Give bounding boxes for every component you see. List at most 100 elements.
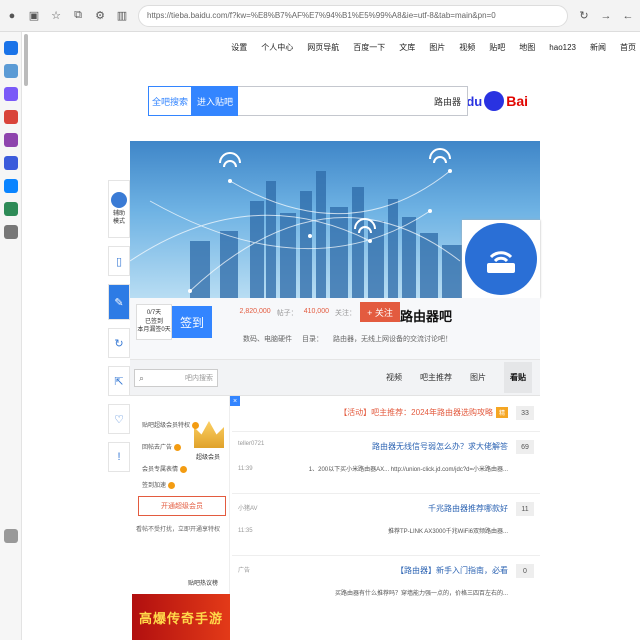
forum-avatar[interactable] [462,220,540,298]
nav-item-map[interactable]: 地图 [519,42,535,53]
refresh-icon[interactable]: ↻ [576,8,592,24]
report-icon[interactable]: ! [108,442,130,472]
mobile-icon[interactable]: ▯ [108,246,130,276]
sign-streak: 0/7天 [146,310,162,317]
thread-author[interactable]: 小猪AV [238,503,258,512]
drop-icon[interactable] [3,202,18,216]
perk-item: 会员专属表情 [142,464,188,473]
tools-icon[interactable] [3,133,18,147]
sign-in-button[interactable]: 签到 [172,306,212,338]
thread-row[interactable]: 69 路由器无线信号弱怎么办？求大佬解答 1、200以下买小米路由器AX... … [232,432,540,494]
copilot-icon[interactable] [3,87,18,101]
stat-posts-value: 2,820,000 [239,308,271,315]
nav-item-video[interactable]: 视频 [459,42,475,53]
forum-search-input[interactable]: ⌕ 吧内搜索 [134,369,218,387]
outlook-icon[interactable] [3,179,18,193]
nav-item-image[interactable]: 图片 [429,42,445,53]
top-nav: 首页 新闻 hao123 地图 贴吧 视频 图片 文库 百度一下 网页导航 个人… [30,36,640,58]
nav-item-tieba[interactable]: 贴吧 [489,42,505,53]
follow-button[interactable]: + 关注 [360,302,400,322]
logo-bai-text: Bai [506,93,528,109]
global-search-button[interactable]: 全吧搜索 [148,86,192,116]
forum-description: 路由器，无线上网设备的交流讨论吧！ [333,336,452,343]
thread-excerpt: 1、200以下买小米路由器AX... http://union-click.jd… [308,467,508,473]
member-card: 超级会员 贴吧超级会员特权 回帖去广告 会员专属表情 签到加速 [134,410,230,489]
thread-title[interactable]: 【路由器】新手入门指南，必看 [396,565,508,576]
thread-excerpt: 推荐TP-LINK AX3000千兆WiFi6双频路由器... [387,529,508,535]
nav-item-wenku[interactable]: 文库 [399,42,415,53]
forum-category[interactable]: 数码、电脑硬件 [243,334,292,344]
tab-featured[interactable]: 吧主推荐 [420,372,452,383]
search-input[interactable]: 路由器 [236,86,468,116]
settings-icon[interactable] [3,529,18,543]
stat-posts-label: 帖子： [276,310,298,317]
search-row: 贴吧 du Bai 路由器 进入贴吧 全吧搜索 [148,84,528,118]
thread-row[interactable]: 11 千兆路由器推荐哪款好 推荐TP-LINK AX3000千兆WiFi6双频路… [232,494,540,556]
nav-item-guide[interactable]: 网页导航 [307,42,339,53]
stat-follow-value: 410,000 [303,308,329,315]
hot-list-title: 贴吧热议榜 [188,581,219,587]
thread-author[interactable]: teller0721 [238,441,264,447]
router-icon [465,223,537,295]
assist-label-1: 辅助 [112,211,125,218]
games-icon[interactable] [3,156,18,170]
side-tools: 辅助 模式 ▯ ✎ ↻ ⇱ ♡ ! [108,180,130,480]
tab-posts[interactable]: 看贴 [504,362,532,393]
reply-count: 33 [516,406,534,420]
nav-item-hao123[interactable]: hao123 [549,43,576,52]
forum-tabs: 看贴 图片 吧主推荐 视频 ⌕ 吧内搜索 [130,360,540,396]
forum-header: 路由器吧 + 关注 关注： 410,000 帖子： 2,820,000 路由器，… [130,298,540,360]
search-icon[interactable] [3,64,18,78]
thread-title[interactable]: 【活动】吧主推荐：2024年路由器选购攻略精 [339,407,508,418]
split-screen-icon[interactable]: ▥ [114,8,130,24]
share-icon[interactable]: ⇱ [108,366,130,396]
shopping-icon[interactable] [3,110,18,124]
tab-actions-icon[interactable]: ▣ [26,8,42,24]
nav-item-news[interactable]: 新闻 [590,42,606,53]
thread-row[interactable]: 0 【路由器】新手入门指南，必看 买路由器有什么推荐吗？穿墙能力强一点的，价格三… [232,556,540,618]
reply-count: 11 [516,502,534,516]
nav-item-home[interactable]: 首页 [620,42,636,53]
profile-icon[interactable]: ● [4,8,20,24]
refresh-tool-icon[interactable]: ↻ [108,328,130,358]
game-ad-banner[interactable]: 高爆传奇手游 [132,594,230,640]
thread-time: 11:35 [238,528,253,534]
assist-mode-button[interactable]: 辅助 模式 [108,180,130,238]
reply-count: 69 [516,440,534,454]
tab-images[interactable]: 图片 [470,372,486,383]
perk-item: 回帖去广告 [142,442,182,451]
add-icon[interactable] [3,225,18,239]
thread-row[interactable]: 33 【活动】吧主推荐：2024年路由器选购攻略精 [232,398,540,432]
favorite-heart-icon[interactable]: ♡ [108,404,130,434]
back-icon[interactable]: ← [620,8,636,24]
sidebar-app-icon[interactable] [3,41,18,55]
sign-in-calendar[interactable]: 0/7天 已签到 本月漏签0天 [136,304,172,340]
paw-icon [484,91,505,111]
perk-item: 签到加速 [142,480,176,489]
open-membership-button[interactable]: 开通超级会员 [138,496,226,516]
thread-title[interactable]: 路由器无线信号弱怎么办？求大佬解答 [372,441,508,452]
nav-item-profile[interactable]: 个人中心 [261,42,293,53]
forward-icon[interactable]: → [598,8,614,24]
featured-tag: 精 [495,407,508,418]
forum-intro: 路由器，无线上网设备的交流讨论吧！ 目录： 数码、电脑硬件 [243,334,452,344]
forum-search-placeholder: 吧内搜索 [185,375,213,382]
forum-title: 路由器吧 [399,309,452,324]
browser-right-icons: ↻ → ← [576,8,636,24]
collections-icon[interactable]: ⧉ [70,8,86,24]
thread-title[interactable]: 千兆路由器推荐哪款好 [428,503,508,514]
thread-list: 33 【活动】吧主推荐：2024年路由器选购攻略精 69 路由器无线信号弱怎么办… [232,398,540,618]
nav-item-settings[interactable]: 设置 [231,42,247,53]
sign-missed: 本月漏签0天 [137,327,171,334]
tab-video[interactable]: 视频 [386,372,402,383]
favorites-icon[interactable]: ☆ [48,8,64,24]
extensions-icon[interactable]: ⚙ [92,8,108,24]
address-bar[interactable]: https://tieba.baidu.com/f?kw=%E8%B7%AF%E… [138,4,568,27]
forum-stats: 关注： 410,000 帖子： 2,820,000 [240,308,356,318]
enter-forum-button[interactable]: 进入贴吧 [192,86,238,116]
post-icon[interactable]: ✎ [108,284,130,320]
scrollbar[interactable] [24,34,28,86]
nav-item-baidu[interactable]: 百度一下 [353,42,385,53]
thread-time: 11:39 [238,466,253,472]
member-sidebar: 超级会员 贴吧超级会员特权 回帖去广告 会员专属表情 签到加速 开通超级会员 看… [130,396,230,640]
